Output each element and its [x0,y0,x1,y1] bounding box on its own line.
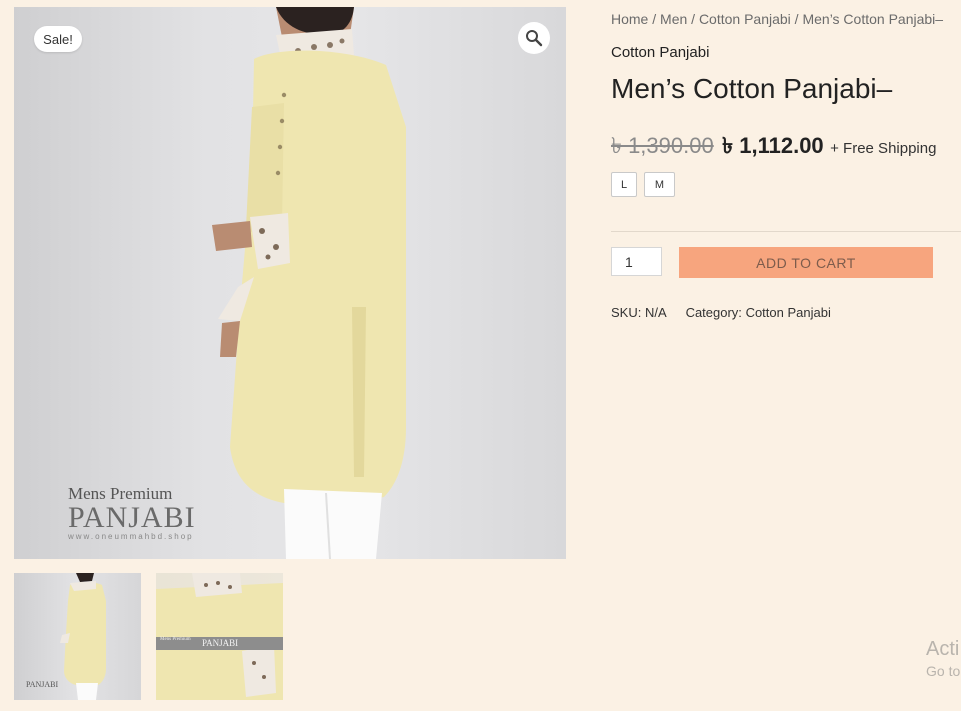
breadcrumb-separator: / [794,11,799,27]
size-option-m[interactable]: M [644,172,675,197]
search-icon [526,30,543,47]
thumbnail-banner-title: PANJABI [202,638,239,648]
quantity-input[interactable]: 1 [611,247,662,276]
image-watermark: Mens Premium PANJABI www.oneummahbd.shop [68,484,196,541]
model-figure [212,7,406,559]
old-price: ৳ 1,390.00 [611,133,714,158]
product-category-link[interactable]: Cotton Panjabi [611,44,709,61]
breadcrumb-current: Men’s Cotton Panjabi– [802,11,944,27]
gallery-thumbnail-2[interactable]: Mens Premium PANJABI [156,573,283,700]
size-option-l[interactable]: L [611,172,637,197]
breadcrumb-home[interactable]: Home [611,11,648,27]
breadcrumb-men[interactable]: Men [660,11,687,27]
sku-value: N/A [644,305,666,320]
thumbnail-watermark: PANJABI [26,680,59,689]
shipping-note: + Free Shipping [830,140,937,157]
product-title: Men’s Cotton Panjabi– [611,73,893,104]
breadcrumb-cotton-panjabi[interactable]: Cotton Panjabi [699,11,791,27]
divider [611,231,961,232]
thumbnail-banner: Mens Premium PANJABI [156,637,283,650]
gallery-thumbnail-1[interactable]: PANJABI [14,573,141,700]
sku-label: SKU: [611,305,642,320]
sale-badge: Sale! [34,26,82,52]
activation-line1: Acti [926,638,960,660]
watermark-line2: PANJABI [68,501,196,534]
add-to-cart-button[interactable]: ADD TO CART [679,247,933,278]
thumbnail-banner-small: Mens Premium [160,637,191,642]
zoom-button[interactable] [518,22,550,54]
watermark-url: www.oneummahbd.shop [68,532,194,541]
breadcrumb: Home / Men / Cotton Panjabi / Men’s Cott… [611,11,943,27]
breadcrumb-separator: / [691,11,696,27]
product-main-image[interactable]: Sale! Mens Premium PANJABI www.oneummahb… [14,7,566,559]
activation-line2: Go to [926,663,961,679]
sale-price: ৳ 1,112.00 [722,133,824,158]
breadcrumb-separator: / [652,11,657,27]
windows-activation-watermark: Acti Go to [926,637,960,681]
product-meta: SKU: N/A Category: Cotton Panjabi [611,305,831,320]
price-row: ৳ 1,390.00 ৳ 1,112.00 + Free Shipping [611,129,936,166]
category-label: Category: [685,305,742,320]
category-value-link[interactable]: Cotton Panjabi [746,305,831,320]
